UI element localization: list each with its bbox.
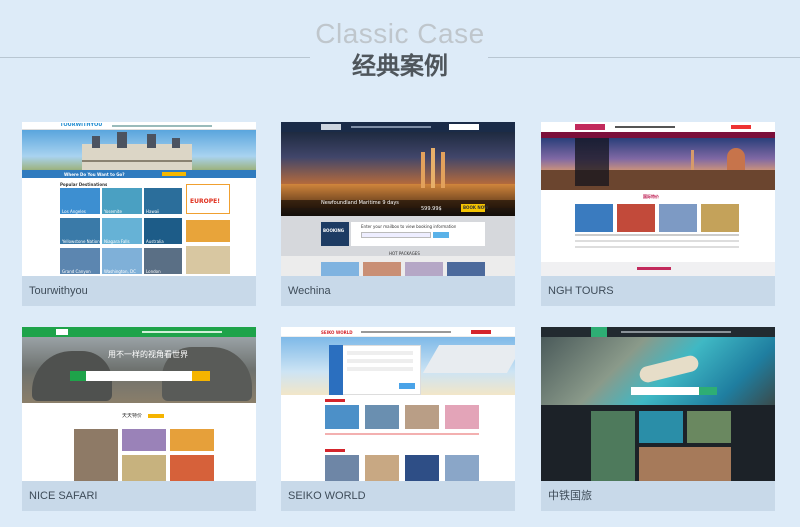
case-thumbnail[interactable]: TOURWITHYOU Where Do You Want to Go? Pop… <box>22 122 256 276</box>
case-thumbnail[interactable]: 国际特价 <box>541 122 775 276</box>
section-title: Popular Destinations <box>60 182 108 187</box>
case-card-ngh-tours[interactable]: 国际特价 NGH TOURS <box>541 122 775 306</box>
packages-title: HOT PACKAGES <box>389 251 420 256</box>
case-card-nice-safari[interactable]: 用不一样的视角看世界 天天特价 NICE SAFARI <box>22 327 256 511</box>
search-bar[interactable] <box>70 371 210 381</box>
section-heading: Classic Case 经典案例 <box>0 0 800 90</box>
section-title: 国际特价 <box>643 194 659 199</box>
case-name: NGH TOURS <box>548 285 614 297</box>
case-name: Wechina <box>288 285 331 297</box>
case-card-tourwithyou[interactable]: TOURWITHYOU Where Do You Want to Go? Pop… <box>22 122 256 306</box>
search-title: Where Do You Want to Go? <box>64 172 125 177</box>
tile-label: Grand Canyon <box>62 269 91 274</box>
banner-text: 用不一样的视角看世界 <box>108 350 188 359</box>
tile-label: Niagara Falls <box>104 239 130 244</box>
section-title-zh: 经典案例 <box>352 52 448 80</box>
tile-label: Yosemite <box>104 209 122 214</box>
banner-title: Newfoundland Maritime 9 days <box>321 200 399 206</box>
search-button[interactable] <box>433 232 449 238</box>
site-logo: SEIKO WORLD <box>321 330 353 335</box>
case-thumbnail[interactable]: Newfoundland Maritime 9 days 599.99$ BOO… <box>281 122 515 276</box>
section-title: 天天特价 <box>122 413 143 419</box>
tile-label: Australia <box>146 239 164 244</box>
case-card-wechina[interactable]: Newfoundland Maritime 9 days 599.99$ BOO… <box>281 122 515 306</box>
search-button[interactable] <box>699 387 717 395</box>
site-logo: TOURWITHYOU <box>60 123 103 128</box>
tile-label: Hawaii <box>146 209 160 214</box>
case-thumbnail[interactable] <box>541 327 775 481</box>
case-name: Tourwithyou <box>29 285 88 297</box>
promo-text: EUROPE! <box>190 198 220 205</box>
case-thumbnail[interactable]: SEIKO WORLD <box>281 327 515 481</box>
tile-label: Yellowstone National ... <box>62 239 100 244</box>
price: 599.99$ <box>421 206 442 212</box>
case-thumbnail[interactable]: 用不一样的视角看世界 天天特价 <box>22 327 256 481</box>
mailbox-text: Enter your mailbox to view booking infor… <box>361 224 457 229</box>
tile-label: London <box>146 269 161 274</box>
case-name: NICE SAFARI <box>29 490 98 502</box>
search-button[interactable] <box>399 383 415 389</box>
book-now-label: BOOK NOW <box>463 205 489 210</box>
search-button[interactable] <box>192 371 210 381</box>
tile-label: Washington, DC <box>104 269 136 274</box>
case-card-seiko-world[interactable]: SEIKO WORLD SEIKO WORLD <box>281 327 515 511</box>
booking-label: BOOKING <box>323 228 345 233</box>
case-name: SEIKO WORLD <box>288 490 366 502</box>
case-card-zhongtie[interactable]: 中铁国旅 <box>541 327 775 511</box>
case-name: 中铁国旅 <box>548 490 592 502</box>
email-field[interactable] <box>361 232 431 238</box>
tile-label: Los Angeles <box>62 209 86 214</box>
